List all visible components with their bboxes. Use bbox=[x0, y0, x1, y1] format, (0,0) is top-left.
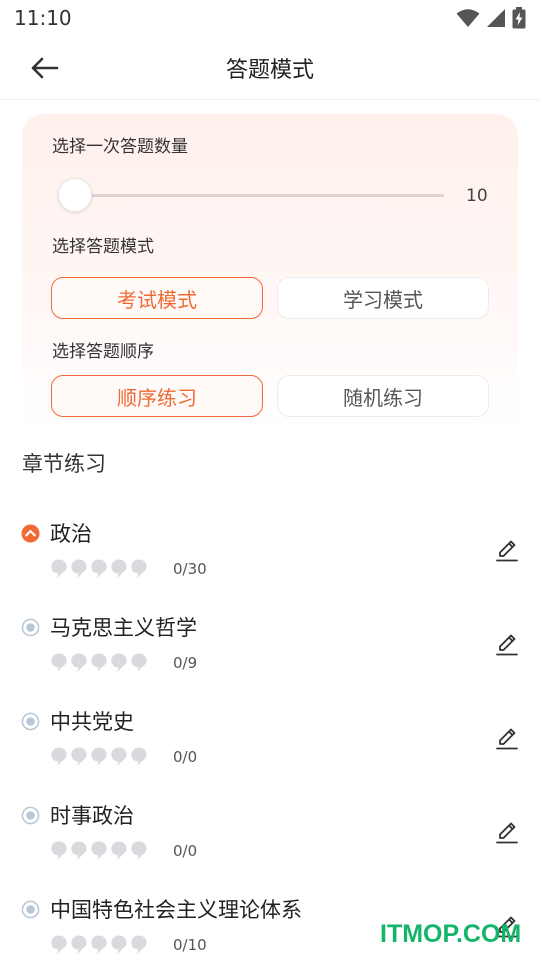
slider-track[interactable] bbox=[72, 194, 444, 197]
chapter-name: 中共党史 bbox=[50, 710, 134, 734]
chapter-item[interactable]: 中共党史 0/0 bbox=[0, 702, 540, 792]
order-label: 选择答题顺序 bbox=[52, 342, 154, 362]
star-empty-icon bbox=[71, 841, 87, 860]
chapter-name: 政治 bbox=[50, 522, 92, 546]
radio-dot-icon[interactable] bbox=[21, 618, 40, 637]
star-empty-icon bbox=[51, 653, 67, 672]
radio-dot-icon[interactable] bbox=[21, 900, 40, 919]
star-empty-icon bbox=[111, 747, 127, 766]
battery-charging-icon bbox=[512, 7, 526, 29]
star-empty-icon bbox=[51, 841, 67, 860]
chapter-practice-heading: 章节练习 bbox=[22, 452, 106, 476]
chapter-item[interactable]: 马克思主义哲学 0/9 bbox=[0, 608, 540, 698]
count-slider[interactable] bbox=[58, 176, 444, 214]
chapter-item[interactable]: 政治 0/30 bbox=[0, 514, 540, 604]
star-empty-icon bbox=[131, 559, 147, 578]
settings-card: 选择一次答题数量 10 选择答题模式 考试模式 学习模式 选择答题顺序 顺序练习… bbox=[22, 114, 518, 436]
star-empty-icon bbox=[91, 653, 107, 672]
star-rating bbox=[50, 746, 148, 768]
star-empty-icon bbox=[51, 747, 67, 766]
chapter-progress: 0/30 bbox=[173, 560, 207, 578]
star-empty-icon bbox=[111, 559, 127, 578]
star-empty-icon bbox=[131, 935, 147, 954]
radio-dot-icon[interactable] bbox=[21, 712, 40, 731]
chapter-name: 中国特色社会主义理论体系 bbox=[50, 898, 302, 922]
sequential-practice-button[interactable]: 顺序练习 bbox=[51, 375, 263, 417]
chapter-name: 时事政治 bbox=[50, 804, 134, 828]
star-rating bbox=[50, 934, 148, 956]
star-empty-icon bbox=[71, 747, 87, 766]
star-rating bbox=[50, 840, 148, 862]
count-label: 选择一次答题数量 bbox=[52, 137, 188, 157]
star-empty-icon bbox=[91, 935, 107, 954]
edit-pencil-icon[interactable] bbox=[494, 726, 520, 752]
star-empty-icon bbox=[111, 841, 127, 860]
star-rating bbox=[50, 558, 148, 580]
star-rating bbox=[50, 652, 148, 674]
page-title: 答题模式 bbox=[225, 58, 314, 83]
status-icons bbox=[456, 7, 526, 29]
chapter-name: 马克思主义哲学 bbox=[50, 616, 197, 640]
star-empty-icon bbox=[91, 747, 107, 766]
edit-pencil-icon[interactable] bbox=[494, 632, 520, 658]
star-empty-icon bbox=[91, 559, 107, 578]
star-empty-icon bbox=[131, 747, 147, 766]
wifi-icon bbox=[456, 9, 480, 27]
star-empty-icon bbox=[71, 559, 87, 578]
random-practice-button[interactable]: 随机练习 bbox=[277, 375, 489, 417]
chapter-progress: 0/9 bbox=[173, 654, 198, 672]
chevron-up-circle-icon[interactable] bbox=[21, 524, 40, 543]
star-empty-icon bbox=[111, 653, 127, 672]
edit-pencil-icon[interactable] bbox=[494, 538, 520, 564]
app-bar: 答题模式 bbox=[0, 36, 540, 100]
edit-pencil-icon[interactable] bbox=[494, 820, 520, 846]
chapter-progress: 0/0 bbox=[173, 842, 198, 860]
signal-icon bbox=[487, 9, 505, 27]
star-empty-icon bbox=[91, 841, 107, 860]
status-bar: 11:10 bbox=[0, 0, 540, 36]
study-mode-button[interactable]: 学习模式 bbox=[277, 277, 489, 319]
star-empty-icon bbox=[71, 653, 87, 672]
slider-thumb[interactable] bbox=[58, 178, 92, 212]
radio-dot-icon[interactable] bbox=[21, 806, 40, 825]
exam-mode-button[interactable]: 考试模式 bbox=[51, 277, 263, 319]
star-empty-icon bbox=[111, 935, 127, 954]
star-empty-icon bbox=[71, 935, 87, 954]
chapter-progress: 0/10 bbox=[173, 936, 207, 954]
count-value: 10 bbox=[466, 186, 488, 206]
status-time: 11:10 bbox=[14, 6, 72, 30]
star-empty-icon bbox=[51, 559, 67, 578]
star-empty-icon bbox=[131, 653, 147, 672]
star-empty-icon bbox=[51, 935, 67, 954]
watermark: ITMOP.COM bbox=[380, 920, 522, 948]
mode-label: 选择答题模式 bbox=[52, 237, 154, 257]
chapter-progress: 0/0 bbox=[173, 748, 198, 766]
star-empty-icon bbox=[131, 841, 147, 860]
chapter-item[interactable]: 时事政治 0/0 bbox=[0, 796, 540, 886]
